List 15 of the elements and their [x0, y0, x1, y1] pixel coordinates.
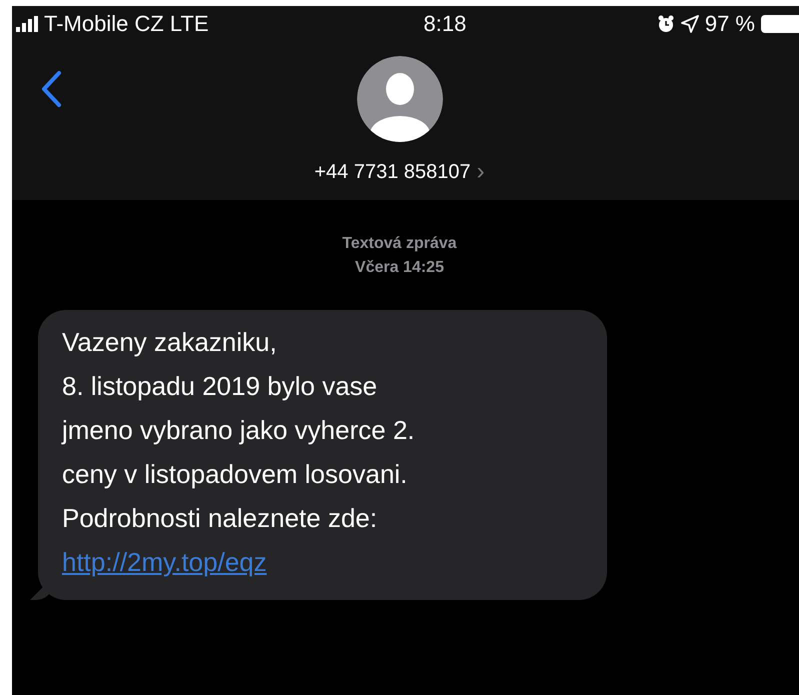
carrier-name: T-Mobile CZ LTE — [44, 11, 209, 37]
chevron-icon[interactable]: › — [476, 158, 485, 186]
alarm-icon — [656, 15, 675, 33]
message-type: Textová zpráva — [341, 234, 458, 254]
message-timestamp: Včera 14:25 — [354, 258, 445, 278]
message-link[interactable]: http://2my.top/eqz — [62, 540, 267, 584]
clock-time: 8:18 — [424, 11, 468, 37]
message-text: Vazeny zakazniku, 8. listopadu 2019 bylo vase jmeno vybrano jako vyherce 2. ceny v listopadovem losovani. Podrobnosti naleznete zde: — [62, 326, 416, 535]
location-icon — [680, 15, 699, 33]
back-icon[interactable] — [40, 70, 62, 108]
battery-icon — [761, 15, 799, 33]
avatar-icon[interactable] — [356, 56, 442, 142]
battery-percent: 97 % — [704, 11, 755, 37]
contact-number[interactable]: +44 7731 858107 — [314, 160, 471, 184]
signal-icon — [16, 16, 38, 32]
